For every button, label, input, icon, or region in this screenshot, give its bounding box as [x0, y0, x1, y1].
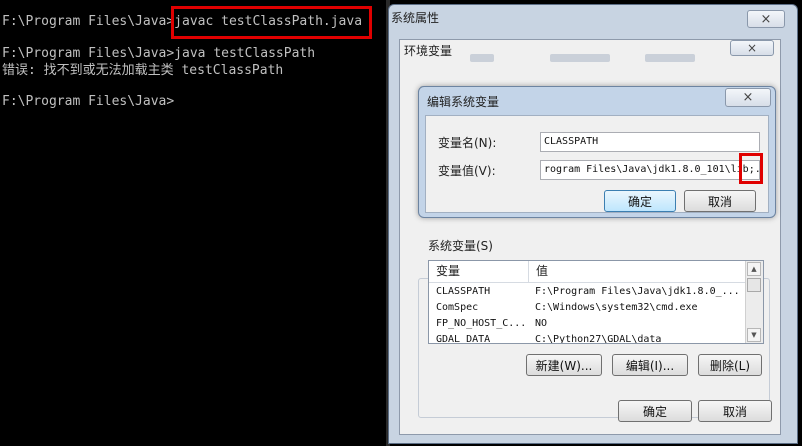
red-highlight-command: [171, 6, 372, 39]
edit-ok-button[interactable]: 确定: [604, 190, 676, 212]
env-cancel-button[interactable]: 取消: [698, 400, 772, 422]
row-variable-name: FP_NO_HOST_C...: [436, 318, 527, 329]
delete-variable-button[interactable]: 删除(L): [698, 354, 762, 376]
column-header-value[interactable]: 值: [529, 261, 747, 282]
column-header-variable[interactable]: 变量: [429, 261, 529, 282]
edit-cancel-button[interactable]: 取消: [684, 190, 756, 212]
system-properties-title: 系统属性: [391, 11, 440, 25]
close-icon: ×: [760, 11, 772, 27]
scroll-up-icon[interactable]: ▲: [747, 262, 761, 276]
table-row[interactable]: FP_NO_HOST_C... NO: [429, 316, 747, 332]
row-variable-value: C:\Windows\system32\cmd.exe: [535, 302, 698, 313]
table-row[interactable]: GDAL_DATA C:\Python27\GDAL\data: [429, 332, 747, 344]
variable-value-input[interactable]: rogram Files\Java\jdk1.8.0_101\lib;.: [540, 160, 760, 180]
environment-variables-close-button[interactable]: ×: [730, 40, 774, 56]
variable-name-input[interactable]: CLASSPATH: [540, 132, 760, 152]
variable-name-label: 变量名(N):: [438, 136, 497, 150]
edit-dialog-body: 变量名(N): CLASSPATH 变量值(V): rogram Files\J…: [425, 115, 769, 213]
row-variable-value: C:\Python27\GDAL\data: [535, 334, 662, 344]
system-variables-label: 系统变量(S): [426, 237, 495, 254]
console-window[interactable]: F:\Program Files\Java>javac testClassPat…: [0, 0, 386, 446]
table-row[interactable]: CLASSPATH F:\Program Files\Java\jdk1.8.0…: [429, 284, 747, 300]
row-variable-name: ComSpec: [436, 302, 479, 313]
variable-value-label: 变量值(V):: [438, 164, 496, 178]
obscured-tab-text: [550, 54, 610, 62]
red-highlight-value-end: [739, 153, 763, 184]
scroll-thumb[interactable]: [747, 278, 761, 292]
obscured-tab-text: [470, 54, 494, 62]
table-row[interactable]: ComSpec C:\Windows\system32\cmd.exe: [429, 300, 747, 316]
system-properties-window: 系统属性 × 环境变量 × 系统变量(S) 变量 值 CLASSPATH F:\…: [388, 4, 798, 444]
env-ok-button[interactable]: 确定: [618, 400, 692, 422]
edit-variable-button[interactable]: 编辑(I)...: [612, 354, 688, 376]
console-line-error: 错误: 找不到或无法加载主类 testClassPath: [2, 63, 284, 78]
close-icon: ×: [742, 90, 754, 105]
row-variable-name: GDAL_DATA: [436, 334, 491, 344]
system-properties-close-button[interactable]: ×: [747, 10, 785, 28]
scroll-down-icon[interactable]: ▼: [747, 328, 761, 342]
edit-dialog-close-button[interactable]: ×: [725, 88, 771, 107]
row-variable-value: F:\Program Files\Java\jdk1.8.0_...: [535, 286, 740, 297]
environment-variables-title: 环境变量: [404, 44, 453, 58]
row-variable-value: NO: [535, 318, 548, 329]
console-line-java: F:\Program Files\Java>java testClassPath: [2, 46, 316, 61]
system-variables-list[interactable]: 变量 值 CLASSPATH F:\Program Files\Java\jdk…: [428, 260, 764, 344]
edit-dialog-title: 编辑系统变量: [427, 95, 500, 109]
close-icon: ×: [746, 41, 758, 55]
row-variable-name: CLASSPATH: [436, 286, 491, 297]
console-line-prompt: F:\Program Files\Java>: [2, 94, 175, 109]
new-variable-button[interactable]: 新建(W)...: [526, 354, 602, 376]
obscured-tab-text: [645, 54, 695, 62]
edit-system-variable-dialog: 编辑系统变量 × 变量名(N): CLASSPATH 变量值(V): rogra…: [418, 86, 776, 218]
list-header: 变量 值: [429, 261, 747, 283]
list-scrollbar[interactable]: ▲ ▼: [745, 261, 763, 343]
